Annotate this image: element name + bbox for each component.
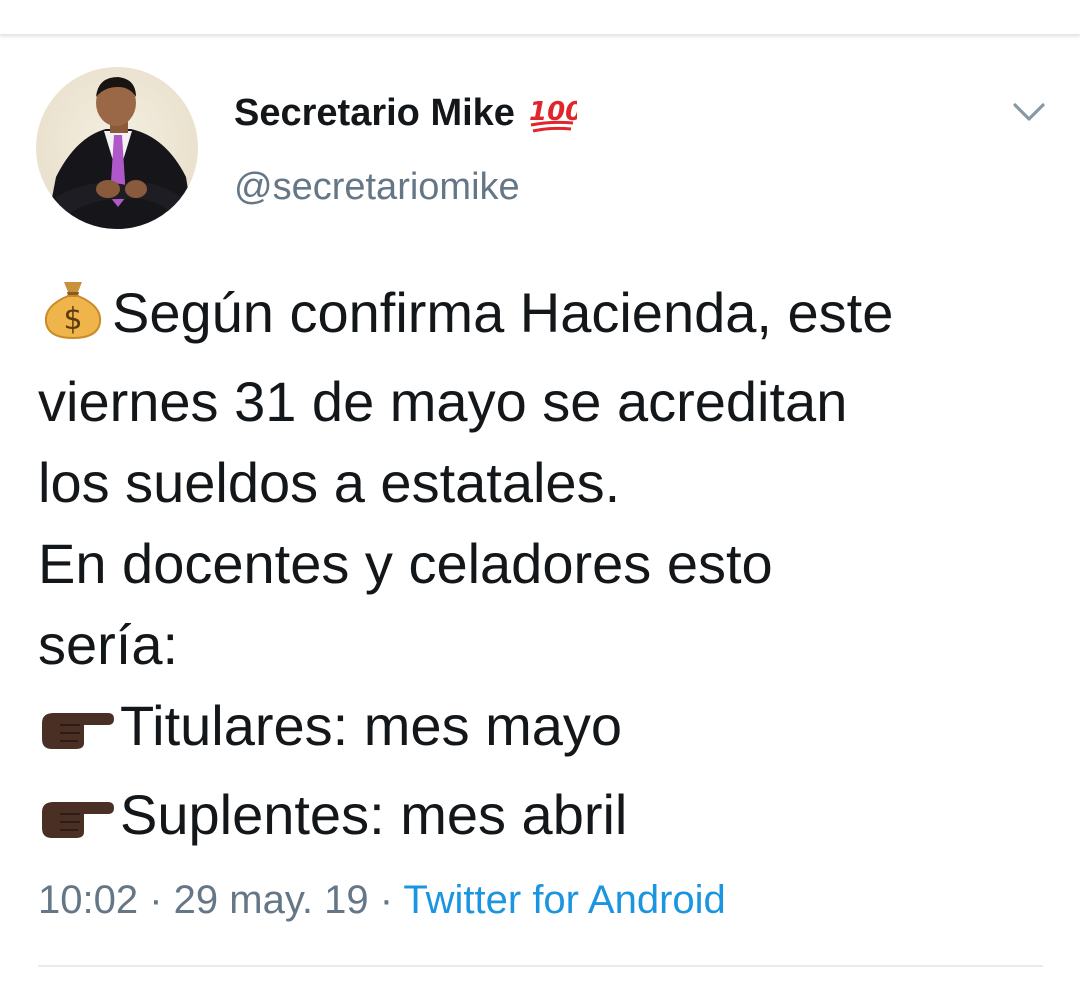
money-bag-icon: $: [38, 278, 108, 361]
meta-separator: ·: [138, 878, 174, 922]
user-handle[interactable]: @secretariomike: [234, 166, 520, 209]
tweet-line-text: Titulares: mes mayo: [120, 694, 623, 757]
divider: [38, 965, 1043, 967]
tweet-meta: 10:02 · 29 may. 19 · Twitter for Android: [38, 878, 726, 923]
tweet-time[interactable]: 10:02: [38, 878, 138, 922]
tweet-line: los sueldos a estatales.: [38, 451, 621, 514]
top-bar-shadow: [0, 0, 1080, 35]
tweet-line-text: Suplentes: mes abril: [120, 783, 628, 846]
tweet-source-link[interactable]: Twitter for Android: [403, 878, 725, 922]
tweet-line-text: Según confirma Hacienda, este: [112, 281, 894, 344]
display-name[interactable]: Secretario Mike 100: [234, 92, 583, 135]
hundred-points-icon: 100: [527, 94, 583, 134]
tweet-line: Suplentes: mes abril: [38, 774, 1048, 863]
svg-text:$: $: [63, 302, 82, 337]
tweet-card[interactable]: Secretario Mike 100 @secretariomike $: [0, 36, 1080, 997]
chevron-down-icon[interactable]: [1010, 98, 1048, 128]
tweet-line: viernes 31 de mayo se acreditan: [38, 370, 848, 433]
meta-separator: ·: [368, 878, 404, 922]
tweet-line: $ Según confirma Hacienda, este: [38, 272, 1048, 361]
avatar[interactable]: [36, 67, 198, 229]
display-name-text: Secretario Mike: [234, 92, 515, 134]
pointing-right-icon: [38, 693, 116, 774]
tweet-line: En docentes y celadores esto: [38, 532, 773, 595]
tweet-line: sería:: [38, 613, 179, 676]
tweet-line: Titulares: mes mayo: [38, 685, 1048, 774]
tweet-date[interactable]: 29 may. 19: [174, 878, 369, 922]
tweet-text: $ Según confirma Hacienda, este viernes …: [38, 272, 1048, 863]
pointing-right-icon: [38, 782, 116, 863]
